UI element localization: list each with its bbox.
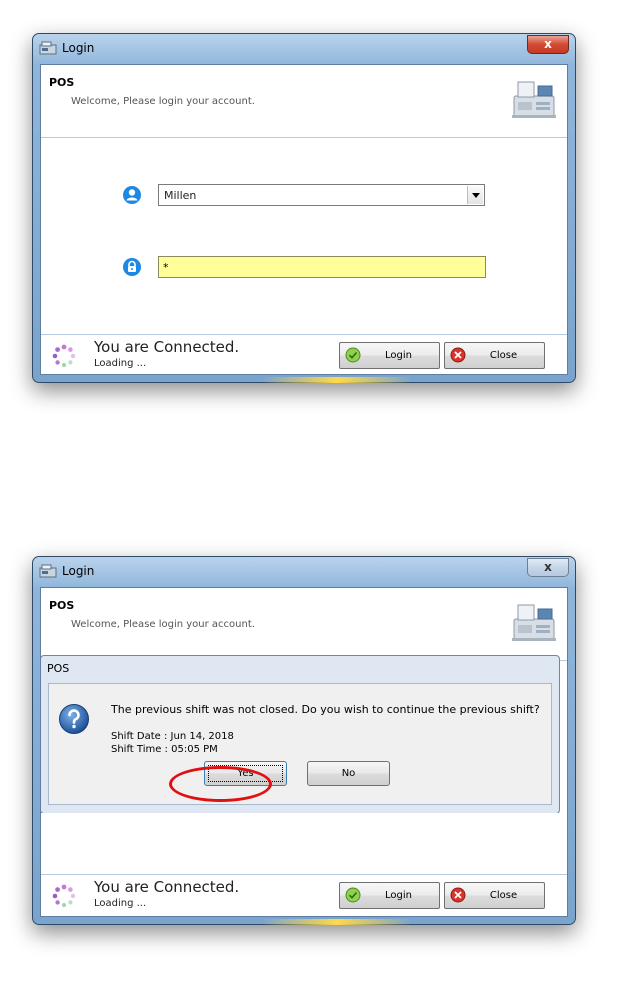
password-field[interactable] <box>158 256 486 278</box>
status-footer: You are Connected. Loading ... Login Clo… <box>41 334 567 374</box>
user-icon <box>123 186 141 204</box>
loading-text: Loading ... <box>94 898 147 909</box>
login-button[interactable]: Login <box>339 882 440 909</box>
window-close-button[interactable]: x <box>527 35 569 54</box>
lock-icon <box>123 258 141 276</box>
username-value: Millen <box>164 189 197 202</box>
login-button[interactable]: Login <box>339 342 440 369</box>
page-subtitle: Welcome, Please login your account. <box>71 96 255 107</box>
page-title: POS <box>49 76 75 89</box>
taskbar-glow <box>262 377 412 383</box>
dialog-body: The previous shift was not closed. Do yo… <box>48 683 552 805</box>
close-button-label: Close <box>489 890 518 901</box>
cash-register-icon <box>512 81 556 118</box>
cash-register-icon <box>512 604 556 641</box>
no-button[interactable]: No <box>307 761 390 786</box>
close-icon: x <box>544 37 552 51</box>
window-client: POS Welcome, Please login your account. … <box>40 587 568 917</box>
dialog-message: The previous shift was not closed. Do yo… <box>111 703 540 716</box>
taskbar-glow <box>262 919 412 925</box>
login-button-label: Login <box>385 890 412 901</box>
question-icon <box>59 704 89 734</box>
page-subtitle: Welcome, Please login your account. <box>71 619 255 630</box>
focus-ring <box>208 765 283 782</box>
close-button[interactable]: Close <box>444 882 545 909</box>
window-title: Login <box>62 564 95 578</box>
shift-dialog: POS The previous shift was not closed. D… <box>41 655 560 814</box>
title-bar[interactable]: Login x <box>33 34 575 64</box>
close-button-label: Close <box>489 350 518 361</box>
login-form <box>41 813 567 849</box>
loading-text: Loading ... <box>94 358 147 369</box>
shift-time: Shift Time : 05:05 PM <box>111 744 218 755</box>
shift-date: Shift Date : Jun 14, 2018 <box>111 731 234 742</box>
window-title: Login <box>62 41 95 55</box>
login-header: POS Welcome, Please login your account. <box>41 588 567 661</box>
no-button-label: No <box>341 768 356 779</box>
close-icon: x <box>544 560 552 574</box>
yes-button[interactable]: Yes <box>204 761 287 786</box>
login-window-top: Login x POS Welcome, Please login your a… <box>32 33 576 383</box>
title-bar[interactable]: Login x <box>33 557 575 587</box>
dialog-title: POS <box>47 662 70 675</box>
login-window-bottom: Login x POS Welcome, Please login your a… <box>32 556 576 925</box>
page-title: POS <box>49 599 75 612</box>
login-button-label: Login <box>385 350 412 361</box>
register-icon <box>39 41 57 55</box>
close-button[interactable]: Close <box>444 342 545 369</box>
login-header: POS Welcome, Please login your account. <box>41 65 567 138</box>
loading-spinner-icon <box>52 884 76 908</box>
login-form: Millen <box>41 138 567 344</box>
window-client: POS Welcome, Please login your account. … <box>40 64 568 375</box>
status-footer: You are Connected. Loading ... Login Clo… <box>41 874 567 916</box>
username-select[interactable]: Millen <box>158 184 485 206</box>
connection-status: You are Connected. <box>94 878 240 896</box>
window-close-button[interactable]: x <box>527 558 569 577</box>
chevron-down-icon[interactable] <box>467 186 483 204</box>
register-icon <box>39 564 57 578</box>
loading-spinner-icon <box>52 344 76 368</box>
connection-status: You are Connected. <box>94 338 240 356</box>
